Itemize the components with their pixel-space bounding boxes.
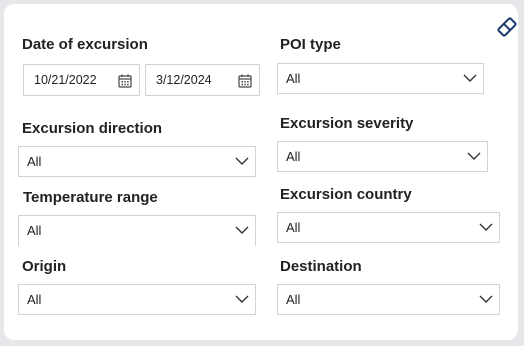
chevron-down-icon bbox=[467, 152, 481, 160]
chevron-down-icon bbox=[235, 226, 249, 234]
excursion-direction-dropdown[interactable]: All bbox=[18, 146, 256, 177]
destination-label: Destination bbox=[280, 258, 362, 275]
poi-type-value: All bbox=[286, 71, 301, 86]
temperature-range-value: All bbox=[27, 223, 42, 238]
date-of-excursion-label: Date of excursion bbox=[22, 36, 148, 53]
excursion-severity-dropdown[interactable]: All bbox=[277, 141, 488, 172]
origin-label: Origin bbox=[22, 258, 67, 275]
date-end-field[interactable]: 3/12/2024 bbox=[145, 64, 260, 96]
eraser-icon[interactable] bbox=[495, 15, 519, 39]
filter-panel: Date of excursion 10/21/2022 3/12/2024 P… bbox=[4, 4, 518, 340]
poi-type-label: POI type bbox=[280, 36, 341, 53]
chevron-down-icon bbox=[235, 157, 249, 165]
date-end-value: 3/12/2024 bbox=[156, 73, 212, 87]
date-start-value: 10/21/2022 bbox=[34, 73, 97, 87]
excursion-country-dropdown[interactable]: All bbox=[277, 212, 500, 243]
temperature-range-dropdown[interactable]: All bbox=[18, 215, 256, 246]
excursion-severity-value: All bbox=[286, 149, 301, 164]
excursion-direction-label: Excursion direction bbox=[22, 120, 163, 137]
destination-dropdown[interactable]: All bbox=[277, 284, 500, 315]
chevron-down-icon bbox=[235, 295, 249, 303]
temperature-range-label: Temperature range bbox=[23, 189, 158, 206]
excursion-severity-label: Excursion severity bbox=[280, 115, 414, 132]
excursion-country-value: All bbox=[286, 220, 301, 235]
calendar-icon[interactable] bbox=[118, 74, 132, 88]
origin-dropdown[interactable]: All bbox=[18, 284, 256, 315]
destination-value: All bbox=[286, 292, 301, 307]
chevron-down-icon bbox=[479, 223, 493, 231]
origin-value: All bbox=[27, 292, 42, 307]
chevron-down-icon bbox=[479, 295, 493, 303]
poi-type-dropdown[interactable]: All bbox=[277, 63, 484, 94]
excursion-direction-value: All bbox=[27, 154, 42, 169]
chevron-down-icon bbox=[463, 74, 477, 82]
date-start-field[interactable]: 10/21/2022 bbox=[23, 64, 140, 96]
calendar-icon[interactable] bbox=[238, 74, 252, 88]
excursion-country-label: Excursion country bbox=[280, 186, 412, 203]
